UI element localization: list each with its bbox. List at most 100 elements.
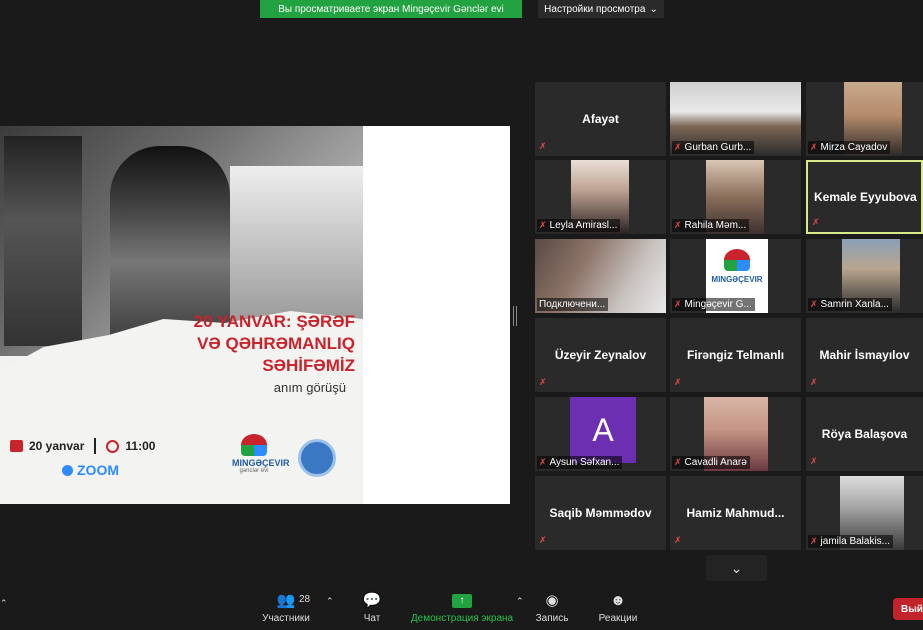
participants-count: 28 xyxy=(299,594,311,605)
participant-name: Подключени... xyxy=(539,299,606,310)
participant-name: Leyla Amirasl... xyxy=(549,220,618,231)
poster-subtitle: anım görüşü xyxy=(273,380,346,395)
participant-tile[interactable]: ✗ jamila Balakis... xyxy=(806,476,923,550)
muted-mic-icon: ✗ xyxy=(674,377,682,387)
poster-title: 20 YANVAR: ŞƏRƏF VƏ QƏHRƏMANLIQ SƏHİFƏMİ… xyxy=(140,311,355,377)
muted-mic-icon: ✗ xyxy=(539,220,547,230)
participant-name: Mingəçevir G... xyxy=(684,299,752,310)
participant-name: Samrin Xanla... xyxy=(820,299,889,310)
participant-name: Rahila Məm... xyxy=(684,220,747,231)
participant-tile[interactable]: Подключени... xyxy=(535,239,666,313)
participant-tile[interactable]: ✗ Mirza Cayadov xyxy=(806,82,923,156)
muted-mic-icon: ✗ xyxy=(810,456,818,466)
participant-label: ✗ Rahila Məm... xyxy=(672,219,750,232)
participant-name: Kemale Eyyubova xyxy=(814,190,917,204)
record-label: Запись xyxy=(535,613,569,624)
chat-icon: 💬 xyxy=(362,592,382,609)
participant-label: ✗ jamila Balakis... xyxy=(808,535,894,548)
muted-mic-icon: ✗ xyxy=(539,535,547,545)
participant-tile[interactable]: ✗ Samrin Xanla... xyxy=(806,239,923,313)
poster-divider xyxy=(94,438,97,454)
muted-mic-icon: ✗ xyxy=(810,299,818,309)
participant-name: Aysun Səfxan... xyxy=(549,457,620,468)
reactions-label: Реакции xyxy=(598,613,638,624)
view-options-button[interactable]: Настройки просмотра ⌄ xyxy=(538,0,664,18)
participant-name: Üzeyir Zeynalov xyxy=(554,348,647,362)
share-screen-label: Демонстрация экрана xyxy=(410,613,514,624)
chat-button[interactable]: 💬 Чат xyxy=(355,592,389,624)
muted-mic-icon: ✗ xyxy=(674,299,682,309)
avatar: A xyxy=(570,397,636,463)
share-options-chevron-icon[interactable]: ⌃ xyxy=(516,596,524,607)
record-button[interactable]: ◉ Запись xyxy=(532,592,572,624)
participant-name: Mirza Cayadov xyxy=(820,142,888,153)
participant-label: ✗ Mirza Cayadov xyxy=(808,141,891,154)
gallery-next-page-button[interactable]: ⌄ xyxy=(706,555,767,581)
participant-tile[interactable]: Afayət ✗ xyxy=(535,82,666,156)
gencler-evi-logo-text: MINGƏÇEVIR xyxy=(232,458,290,468)
gencler-evi-logo-subtext: gənclər evi xyxy=(239,468,269,474)
calendar-icon xyxy=(10,440,23,452)
participant-name: Saqib Məmmədov xyxy=(549,506,652,520)
muted-mic-icon: ✗ xyxy=(674,142,682,152)
zoom-camera-icon xyxy=(62,464,73,476)
participant-tile[interactable]: Mahir İsmayılov ✗ xyxy=(806,318,923,392)
participant-tile[interactable]: MINGƏÇEVIR ✗ Mingəçevir G... xyxy=(670,239,801,313)
muted-mic-icon: ✗ xyxy=(812,217,820,227)
participant-tile[interactable]: Üzeyir Zeynalov ✗ xyxy=(535,318,666,392)
muted-mic-icon: ✗ xyxy=(674,535,682,545)
poster-photo-portrait xyxy=(4,136,82,346)
participant-name: Cavadli Anarə xyxy=(684,457,747,468)
participant-label: ✗ Aysun Səfxan... xyxy=(537,456,623,469)
participants-options-chevron-icon[interactable]: ⌃ xyxy=(326,596,334,607)
participant-tile[interactable]: ✗ Cavadli Anarə xyxy=(670,397,801,471)
participant-tile[interactable]: Röya Balaşova ✗ xyxy=(806,397,923,471)
meeting-toolbar: ⌃ 👥 Участники 28 ⌃ 💬 Чат ↑ Демонстрация … xyxy=(0,588,923,630)
gencler-evi-logo-mark xyxy=(241,434,267,456)
participant-name: jamila Balakis... xyxy=(820,536,891,547)
gencler-evi-logo: MINGƏÇEVIR gənclər evi xyxy=(232,434,290,478)
poster-date-time: 20 yanvar 11:00 xyxy=(10,438,155,454)
gencler-evi-logo-mark xyxy=(724,249,750,271)
participant-tile[interactable]: ✗ Rahila Məm... xyxy=(670,160,801,234)
zoom-meeting-window: Вы просматриваете экран Mingəçevir Gəncl… xyxy=(0,0,923,630)
record-icon: ◉ xyxy=(545,592,559,609)
participant-label: ✗ Gurban Gurb... xyxy=(672,141,755,154)
muted-mic-icon: ✗ xyxy=(810,142,818,152)
split-view-handle[interactable] xyxy=(513,306,517,326)
participant-label: ✗ Mingəçevir G... xyxy=(672,298,755,311)
event-poster: 20 YANVAR: ŞƏRƏF VƏ QƏHRƏMANLIQ SƏHİFƏMİ… xyxy=(0,126,363,504)
chat-label: Чат xyxy=(363,613,381,624)
screen-share-banner: Вы просматриваете экран Mingəçevir Gəncl… xyxy=(260,0,522,18)
poster-date: 20 yanvar xyxy=(29,439,85,453)
participant-tile[interactable]: ✗ Gurban Gurb... xyxy=(670,82,801,156)
share-screen-button[interactable]: ↑ Демонстрация экрана xyxy=(408,592,516,624)
reactions-button[interactable]: ☻ Реакции xyxy=(596,592,640,624)
end-meeting-button[interactable]: Вый xyxy=(893,598,923,620)
participant-tile-active-speaker[interactable]: Kemale Eyyubova ✗ xyxy=(806,160,923,234)
participant-tile[interactable]: ✗ Leyla Amirasl... xyxy=(535,160,666,234)
ministry-seal-logo xyxy=(298,439,336,477)
participant-name: Afayət xyxy=(582,112,619,126)
participant-tile[interactable]: A ✗ Aysun Səfxan... xyxy=(535,397,666,471)
participant-name: Firəngiz Telmanlı xyxy=(686,348,785,362)
participant-tile[interactable]: Saqib Məmmədov ✗ xyxy=(535,476,666,550)
end-meeting-label: Вый xyxy=(901,603,923,615)
view-options-label: Настройки просмотра xyxy=(544,3,646,15)
chevron-down-icon: ⌄ xyxy=(649,3,658,15)
poster-zoom-logo: ZOOM xyxy=(62,462,119,478)
share-screen-icon: ↑ xyxy=(452,594,472,608)
muted-mic-icon: ✗ xyxy=(539,377,547,387)
chevron-up-icon[interactable]: ⌃ xyxy=(0,598,8,609)
share-banner-text: Вы просматриваете экран Mingəçevir Gəncl… xyxy=(278,3,504,15)
muted-mic-icon: ✗ xyxy=(674,457,682,467)
poster-time: 11:00 xyxy=(125,439,156,453)
participant-tile[interactable]: Hamiz Mahmud... ✗ xyxy=(670,476,801,550)
participant-label: Подключени... xyxy=(537,298,609,311)
muted-mic-icon: ✗ xyxy=(674,220,682,230)
participant-tile[interactable]: Firəngiz Telmanlı ✗ xyxy=(670,318,801,392)
clock-icon xyxy=(106,439,120,453)
chevron-down-icon: ⌄ xyxy=(730,559,743,576)
participant-label: ✗ Cavadli Anarə xyxy=(672,456,750,469)
participant-name: Gurban Gurb... xyxy=(684,142,752,153)
